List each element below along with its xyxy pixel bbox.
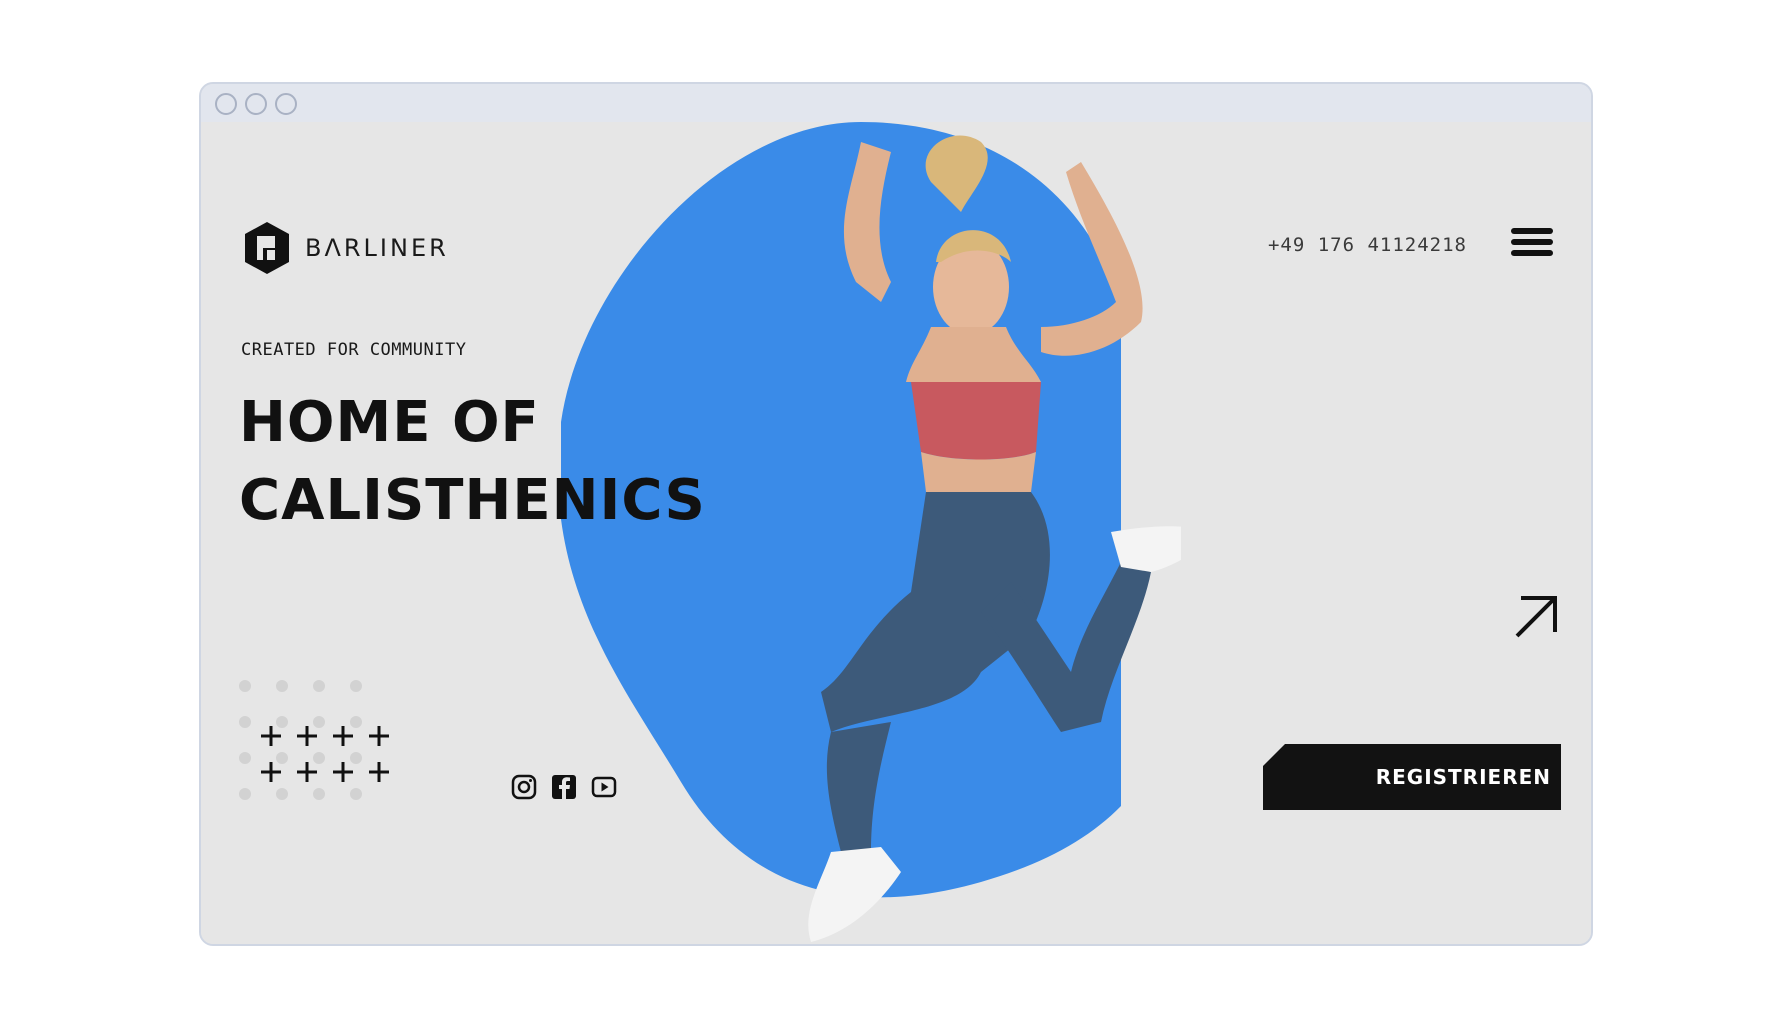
hamburger-menu-icon[interactable]	[1511, 228, 1553, 262]
youtube-icon[interactable]	[591, 774, 617, 800]
window-titlebar	[201, 84, 1591, 122]
decorative-plus-grid	[261, 726, 389, 782]
window-maximize-button[interactable]	[275, 93, 297, 115]
hero-headline: HOME OF CALISTHENICS	[239, 384, 859, 540]
instagram-icon[interactable]	[511, 774, 537, 800]
phone-number[interactable]: +49 176 41124218	[1268, 234, 1467, 256]
window-minimize-button[interactable]	[245, 93, 267, 115]
register-button[interactable]: REGISTRIEREN	[1263, 744, 1561, 810]
window-close-button[interactable]	[215, 93, 237, 115]
brand-name: BΛRLINER	[305, 234, 449, 262]
hero-headline-line1: HOME OF	[239, 390, 540, 455]
facebook-icon[interactable]	[551, 774, 577, 800]
hero-headline-line2: CALISTHENICS	[239, 468, 706, 533]
hero-eyebrow: CREATED FOR COMMUNITY	[241, 340, 467, 360]
landing-page: BΛRLINER +49 176 41124218 CREATED FOR CO…	[201, 122, 1591, 944]
browser-window: BΛRLINER +49 176 41124218 CREATED FOR CO…	[199, 82, 1593, 946]
social-links	[511, 774, 617, 800]
brand-logo[interactable]: BΛRLINER	[241, 220, 449, 276]
barliner-hexagon-logo-icon	[245, 222, 289, 274]
arrow-up-right-icon[interactable]	[1511, 592, 1561, 642]
